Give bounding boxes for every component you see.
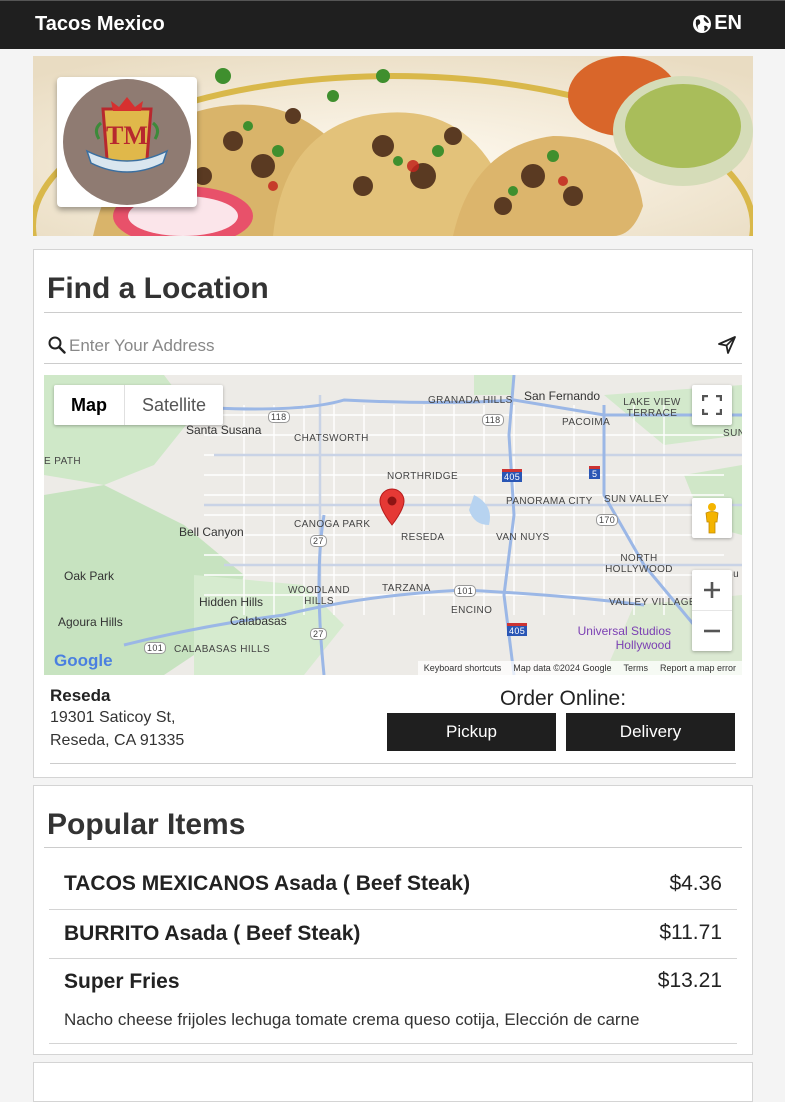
popular-items-card: Popular Items TACOS MEXICANOS Asada ( Be…: [33, 785, 753, 1055]
map-label: TARZANA: [382, 583, 431, 594]
globe-icon: [693, 14, 712, 33]
delivery-button[interactable]: Delivery: [566, 713, 735, 751]
next-section-card: [33, 1062, 753, 1102]
address-search: [44, 328, 742, 364]
map-label: Agoura Hills: [58, 615, 123, 629]
map-label: VALLEY VILLAGE: [609, 597, 696, 608]
language-label: EN: [714, 12, 742, 34]
location-arrow-icon[interactable]: [718, 336, 736, 354]
map-label: NORTHRIDGE: [387, 471, 459, 482]
map-label: ENCINO: [451, 605, 493, 616]
map-label: GRANADA HILLS: [428, 395, 513, 406]
find-location-card: Find a Location Enter Your Address GRANA…: [33, 249, 753, 778]
menu-item[interactable]: Super Fries $13.21 Nacho cheese frijoles…: [49, 959, 737, 1044]
map-label: E PATH: [44, 456, 82, 467]
highway-shield: 27: [310, 628, 327, 640]
divider: [44, 312, 742, 313]
map-label: Hidden Hills: [199, 595, 264, 609]
map-label: CHATSWORTH: [294, 433, 369, 444]
menu-item-description: Nacho cheese frijoles lechuga tomate cre…: [64, 1010, 640, 1029]
menu-item[interactable]: BURRITO Asada ( Beef Steak) $11.71: [49, 910, 737, 959]
popular-items-title: Popular Items: [47, 808, 246, 841]
map-label: SUN VALLEY: [604, 494, 669, 505]
map-tab-map[interactable]: Map: [54, 385, 125, 425]
map-label: RESEDA: [401, 532, 445, 543]
highway-shield: 170: [596, 514, 619, 526]
pegman-icon: [705, 503, 719, 534]
map-label: NORTH HOLLYWOOD: [605, 553, 673, 575]
map-marker-icon[interactable]: [378, 488, 406, 526]
highway-shield: 118: [482, 414, 504, 426]
map-label-poi[interactable]: Universal Studios Hollywood: [561, 624, 671, 652]
map-label: SUN: [723, 428, 742, 439]
pickup-button[interactable]: Pickup: [387, 713, 556, 751]
map-footer: Keyboard shortcuts Map data ©2024 Google…: [417, 661, 742, 675]
highway-shield: 5: [589, 466, 601, 479]
map-label: Oak Park: [64, 569, 115, 583]
menu-item-name: TACOS MEXICANOS Asada ( Beef Steak): [64, 872, 471, 895]
language-selector[interactable]: EN: [692, 12, 742, 35]
map-label: CANOGA PARK: [294, 519, 371, 530]
report-map-error-link[interactable]: Report a map error: [660, 663, 736, 673]
location-map[interactable]: GRANADA HILLS San Fernando LAKE VIEW TER…: [44, 375, 742, 675]
highway-shield: 405: [507, 623, 528, 636]
menu-item-name: Super Fries: [64, 970, 180, 993]
map-label: PANORAMA CITY: [506, 496, 593, 507]
brand-name[interactable]: Tacos Mexico: [35, 13, 165, 36]
menu-item-price: $4.36: [669, 872, 722, 895]
divider: [50, 763, 736, 764]
map-label: LAKE VIEW TERRACE: [623, 397, 681, 419]
menu-item-name: BURRITO Asada ( Beef Steak): [64, 922, 361, 945]
keyboard-shortcuts-link[interactable]: Keyboard shortcuts: [424, 663, 502, 673]
zoom-in-button[interactable]: [692, 571, 732, 611]
order-online-title: Order Online:: [500, 687, 627, 710]
top-navbar: Tacos Mexico EN: [0, 0, 785, 49]
highway-shield: 101: [144, 642, 167, 654]
menu-item-price: $11.71: [659, 921, 722, 944]
map-label: Santa Susana: [186, 423, 262, 437]
svg-text:TM: TM: [106, 121, 148, 150]
search-icon: [48, 336, 66, 354]
location-name: Reseda: [50, 686, 111, 705]
map-label: PACOIMA: [562, 417, 611, 428]
zoom-in-icon: [704, 582, 720, 598]
divider: [44, 847, 742, 848]
zoom-out-icon: [704, 629, 720, 632]
terms-link[interactable]: Terms: [623, 663, 648, 673]
menu-item[interactable]: TACOS MEXICANOS Asada ( Beef Steak) $4.3…: [49, 858, 737, 910]
fullscreen-button[interactable]: [692, 385, 732, 425]
find-location-title: Find a Location: [47, 272, 269, 305]
restaurant-logo: TM: [63, 79, 191, 205]
location-address-line2: Reseda, CA 91335: [50, 732, 185, 749]
logo-card: TM: [57, 77, 197, 207]
street-view-button[interactable]: [692, 498, 732, 538]
map-label: VAN NUYS: [496, 532, 550, 543]
address-input[interactable]: [69, 334, 689, 358]
highway-shield: 27: [310, 535, 327, 547]
google-logo[interactable]: Google: [54, 651, 113, 671]
zoom-control: [692, 570, 732, 651]
map-label: Calabasas: [230, 614, 287, 628]
zoom-out-button[interactable]: [692, 611, 732, 651]
map-label: San Fernando: [524, 389, 601, 403]
map-label: WOODLAND HILLS: [287, 585, 351, 607]
map-tab-satellite[interactable]: Satellite: [125, 385, 223, 425]
fullscreen-icon: [702, 395, 722, 415]
map-label: Bell Canyon: [179, 525, 244, 539]
highway-shield: 405: [502, 469, 523, 482]
map-type-control: Map Satellite: [54, 385, 224, 425]
location-address-line1: 19301 Saticoy St,: [50, 709, 176, 726]
map-label: CALABASAS HILLS: [174, 644, 271, 655]
menu-item-price: $13.21: [657, 969, 722, 992]
map-data-credit: Map data ©2024 Google: [513, 663, 612, 673]
highway-shield: 101: [454, 585, 477, 597]
highway-shield: 118: [268, 411, 290, 423]
